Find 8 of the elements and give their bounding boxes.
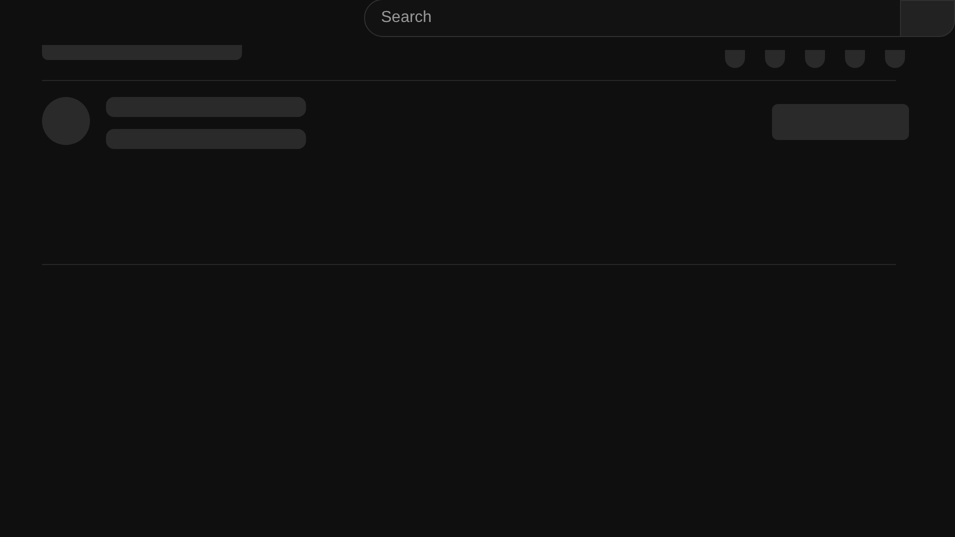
search-field[interactable]: Search <box>364 0 901 37</box>
icon-placeholder <box>885 50 905 68</box>
search-button[interactable] <box>900 0 955 37</box>
icon-placeholder <box>805 50 825 68</box>
icon-placeholder <box>845 50 865 68</box>
icon-placeholder <box>765 50 785 68</box>
avatar-placeholder <box>42 97 90 145</box>
icon-placeholder <box>725 50 745 68</box>
